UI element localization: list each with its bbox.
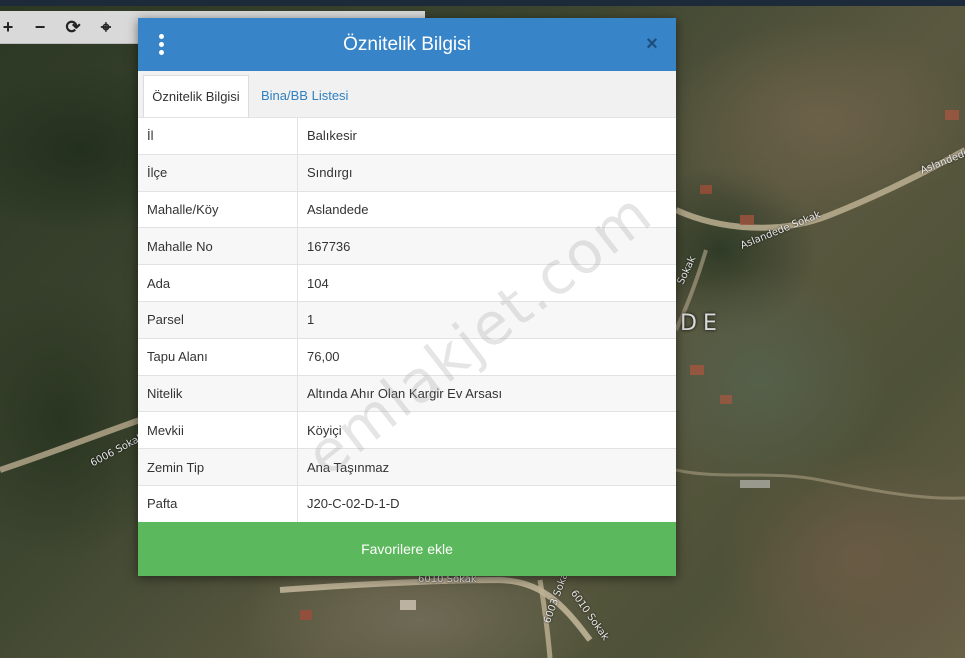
table-row: İlçe Sındırgı: [138, 153, 676, 192]
attribute-table: İl Balıkesir İlçe Sındırgı Mahalle/Köy Asla…: [138, 117, 676, 522]
row-value: 1: [297, 300, 676, 339]
row-value: 167736: [297, 227, 676, 265]
row-value: 104: [297, 264, 676, 302]
row-value: Balıkesir: [297, 117, 676, 155]
row-value: 76,00: [297, 337, 676, 376]
row-value: Sındırgı: [297, 153, 676, 192]
dialog-header: Öznitelik Bilgisi ×: [138, 18, 676, 71]
refresh-button[interactable]: ⟳: [59, 11, 87, 43]
zoom-in-button[interactable]: +: [0, 11, 22, 43]
locate-button[interactable]: ⌖: [92, 11, 120, 43]
table-row: Tapu Alanı 76,00: [138, 337, 676, 376]
table-row: Mevkii Köyiçi: [138, 411, 676, 449]
map-place-label: DE: [680, 311, 723, 336]
dialog-tabs: Öznitelik Bilgisi Bina/BB Listesi: [138, 71, 676, 119]
row-key: Tapu Alanı: [138, 337, 298, 376]
table-row: Mahalle/Köy Aslandede: [138, 190, 676, 228]
table-row: Pafta J20-C-02-D-1-D: [138, 484, 676, 522]
row-key: Mevkii: [138, 411, 298, 449]
row-key: Pafta: [138, 484, 298, 522]
tab-building-list[interactable]: Bina/BB Listesi: [261, 75, 348, 117]
row-key: İl: [138, 117, 298, 155]
row-key: Ada: [138, 264, 298, 302]
table-row: Mahalle No 167736: [138, 227, 676, 265]
row-value: J20-C-02-D-1-D: [297, 484, 676, 522]
table-row: Ada 104: [138, 264, 676, 302]
tab-attribute-info[interactable]: Öznitelik Bilgisi: [143, 75, 249, 119]
row-value: Köyiçi: [297, 411, 676, 449]
row-value: Altında Ahır Olan Kargir Ev Arsası: [297, 374, 676, 412]
dialog-title: Öznitelik Bilgisi: [343, 34, 471, 55]
table-row: Zemin Tip Ana Taşınmaz: [138, 448, 676, 486]
row-key: Nitelik: [138, 374, 298, 412]
menu-icon[interactable]: [156, 34, 166, 56]
plus-icon: +: [2, 16, 14, 37]
close-icon[interactable]: ×: [642, 32, 662, 56]
refresh-icon: ⟳: [65, 16, 81, 37]
zoom-out-button[interactable]: −: [26, 11, 54, 43]
row-key: Parsel: [138, 300, 298, 339]
row-key: Zemin Tip: [138, 448, 298, 486]
attribute-info-dialog: Öznitelik Bilgisi × Öznitelik Bilgisi Bi…: [138, 18, 676, 576]
add-to-favorites-button[interactable]: Favorilere ekle: [138, 522, 676, 576]
row-key: Mahalle No: [138, 227, 298, 265]
row-value: Ana Taşınmaz: [297, 448, 676, 486]
row-key: Mahalle/Köy: [138, 190, 298, 228]
crosshair-icon: ⌖: [100, 16, 112, 37]
table-row: İl Balıkesir: [138, 117, 676, 155]
row-key: İlçe: [138, 153, 298, 192]
table-row: Nitelik Altında Ahır Olan Kargir Ev Arsas…: [138, 374, 676, 412]
minus-icon: −: [34, 16, 46, 37]
row-value: Aslandede: [297, 190, 676, 228]
table-row: Parsel 1: [138, 300, 676, 339]
